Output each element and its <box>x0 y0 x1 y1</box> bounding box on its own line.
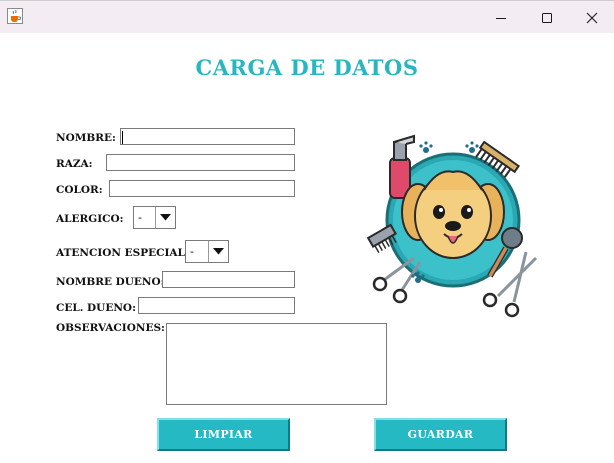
color-field[interactable] <box>109 180 295 197</box>
dog-grooming-logo-image <box>366 134 538 318</box>
chevron-down-icon[interactable] <box>209 241 228 262</box>
atencion-especial-label: ATENCION ESPECIAL: <box>56 247 189 259</box>
chevron-down-icon[interactable] <box>156 207 175 228</box>
maximize-icon <box>542 12 552 23</box>
raza-field[interactable] <box>106 154 295 171</box>
window-titlebar <box>0 0 614 33</box>
nombre-field[interactable] <box>120 128 295 145</box>
nombre-label: NOMBRE: <box>56 132 116 144</box>
nombre-dueno-field[interactable] <box>162 271 295 288</box>
minimize-icon <box>496 17 506 19</box>
close-icon <box>586 12 598 23</box>
alergico-selected-value: - <box>134 207 156 228</box>
minimize-button[interactable] <box>478 1 524 34</box>
java-cup-icon[interactable] <box>7 8 23 24</box>
alergico-select[interactable]: - <box>133 206 176 229</box>
observaciones-label: OBSERVACIONES: <box>56 322 165 334</box>
nombre-dueno-label: NOMBRE DUENO: <box>56 276 165 288</box>
atencion-especial-selected-value: - <box>186 241 209 262</box>
cel-dueno-label: CEL. DUENO: <box>56 302 136 314</box>
form-title: CARGA DE DATOS <box>195 55 419 80</box>
atencion-especial-select[interactable]: - <box>185 240 229 263</box>
guardar-button[interactable]: GUARDAR <box>374 418 507 451</box>
observaciones-textarea[interactable] <box>166 323 387 405</box>
alergico-label: ALERGICO: <box>56 213 124 225</box>
color-label: COLOR: <box>56 184 103 196</box>
maximize-button[interactable] <box>524 1 570 34</box>
cel-dueno-field[interactable] <box>138 297 295 314</box>
text-caret <box>122 131 123 144</box>
limpiar-button[interactable]: LIMPIAR <box>157 418 290 451</box>
close-button[interactable] <box>569 1 614 34</box>
raza-label: RAZA: <box>56 158 93 170</box>
